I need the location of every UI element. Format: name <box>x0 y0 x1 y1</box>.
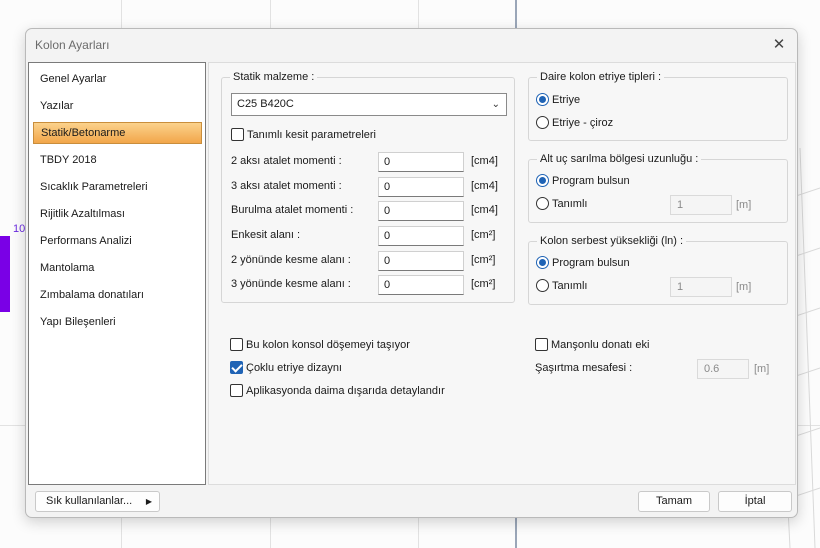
field-unit: [cm²] <box>471 254 496 266</box>
radio-bottom-program-label: Program bulsun <box>552 174 630 187</box>
dialog-title: Kolon Ayarları <box>35 38 110 52</box>
radio-bottom-defined[interactable]: Tanımlı <box>536 197 587 210</box>
free-height-group: Kolon serbest yüksekliği (ln) : Program … <box>528 235 788 305</box>
field-unit: [cm4] <box>471 180 498 192</box>
field-input-3-aks[interactable]: 0 <box>378 177 464 197</box>
chevron-right-icon: ▶ <box>145 497 152 506</box>
detail-outside-label: Aplikasyonda daima dışarıda detaylandır <box>246 384 445 397</box>
material-select-value: C25 B420C <box>237 98 294 110</box>
radio-bottom-defined-label: Tanımlı <box>552 197 588 210</box>
checkbox-box-checked[interactable] <box>230 361 243 374</box>
bottom-zone-legend: Alt uç sarılma bölgesi uzunluğu : <box>537 153 702 165</box>
field-input-enkesit[interactable]: 0 <box>378 226 464 246</box>
radio-etriye-ciroz[interactable]: Etriye - çiroz <box>536 116 613 129</box>
custom-section-checkbox[interactable]: Tanımlı kesit parametreleri <box>231 128 376 141</box>
field-unit: [cm²] <box>471 229 496 241</box>
sleeve-checkbox[interactable]: Manşonlu donatı eki <box>535 338 649 351</box>
cancel-button[interactable]: İptal <box>718 491 792 512</box>
material-select[interactable]: C25 B420C ⌄ <box>231 93 507 116</box>
settings-panel: Statik malzeme : C25 B420C ⌄ Tanımlı kes… <box>208 62 796 485</box>
ok-button[interactable]: Tamam <box>638 491 710 512</box>
field-row-3-aks: 3 aksı atalet momenti : 0 [cm4] <box>231 177 511 197</box>
sidebar-item-zimbalama[interactable]: Zımbalama donatıları <box>33 284 202 306</box>
custom-section-label: Tanımlı kesit parametreleri <box>247 128 376 141</box>
radio-dot[interactable] <box>536 197 549 210</box>
sidebar-item-rijitlik[interactable]: Rijitlik Azaltılması <box>33 203 202 225</box>
material-legend: Statik malzeme : <box>230 71 318 83</box>
field-row-burulma: Burulma atalet momenti : 0 [cm4] <box>231 201 511 221</box>
radio-free-program[interactable]: Program bulsun <box>536 256 630 269</box>
radio-dot[interactable] <box>536 116 549 129</box>
radio-dot-selected[interactable] <box>536 256 549 269</box>
sidebar-item-mantolama[interactable]: Mantolama <box>33 257 202 279</box>
field-input-2-aks[interactable]: 0 <box>378 152 464 172</box>
free-height-legend: Kolon serbest yüksekliği (ln) : <box>537 235 687 247</box>
consol-checkbox[interactable]: Bu kolon konsol döşemeyi taşıyor <box>230 338 410 351</box>
radio-free-defined-label: Tanımlı <box>552 279 588 292</box>
sidebar-item-tbdy-2018[interactable]: TBDY 2018 <box>33 149 202 171</box>
field-unit: [cm4] <box>471 155 498 167</box>
field-label: 3 yönünde kesme alanı : <box>231 278 351 290</box>
bottom-zone-unit: [m] <box>736 199 752 211</box>
chevron-down-icon: ⌄ <box>491 99 500 110</box>
sleeve-label: Manşonlu donatı eki <box>551 338 650 351</box>
radio-bottom-program[interactable]: Program bulsun <box>536 174 630 187</box>
favorites-label: Sık kullanılanlar... <box>46 495 133 507</box>
checkbox-box[interactable] <box>231 128 244 141</box>
multi-stirrup-label: Çoklu etriye dizaynı <box>246 361 342 374</box>
radio-etriye[interactable]: Etriye <box>536 93 580 106</box>
checkbox-box[interactable] <box>230 384 243 397</box>
free-height-input[interactable]: 1 <box>670 277 732 297</box>
field-label: 2 aksı atalet momenti : <box>231 155 342 167</box>
radio-dot[interactable] <box>536 279 549 292</box>
sidebar-item-sicaklik[interactable]: Sıcaklık Parametreleri <box>33 176 202 198</box>
radio-etriye-ciroz-label: Etriye - çiroz <box>552 116 614 129</box>
category-list: Genel Ayarlar Yazılar Statik/Betonarme T… <box>28 62 206 485</box>
offset-label: Şaşırtma mesafesi : <box>535 362 633 374</box>
field-row-2-kesme: 2 yönünde kesme alanı : 0 [cm²] <box>231 251 511 271</box>
material-group: Statik malzeme : C25 B420C ⌄ Tanımlı kes… <box>221 71 515 303</box>
field-row-enkesit: Enkesit alanı : 0 [cm²] <box>231 226 511 246</box>
radio-dot-selected[interactable] <box>536 93 549 106</box>
title-bar: Kolon Ayarları ✕ <box>26 29 797 61</box>
radio-dot-selected[interactable] <box>536 174 549 187</box>
checkbox-box[interactable] <box>230 338 243 351</box>
field-label: Burulma atalet momenti : <box>231 204 354 216</box>
offset-unit: [m] <box>754 363 770 375</box>
sidebar-item-genel-ayarlar[interactable]: Genel Ayarlar <box>33 68 202 90</box>
multi-stirrup-checkbox[interactable]: Çoklu etriye dizaynı <box>230 361 342 374</box>
purple-element <box>0 236 10 312</box>
radio-free-program-label: Program bulsun <box>552 256 630 269</box>
field-label: 3 aksı atalet momenti : <box>231 180 342 192</box>
radio-etriye-label: Etriye <box>552 93 581 106</box>
field-input-burulma[interactable]: 0 <box>378 201 464 221</box>
offset-input[interactable]: 0.6 <box>697 359 749 379</box>
field-label: 2 yönünde kesme alanı : <box>231 254 351 266</box>
close-icon[interactable]: ✕ <box>769 35 789 55</box>
sidebar-item-yazilar[interactable]: Yazılar <box>33 95 202 117</box>
field-row-3-kesme: 3 yönünde kesme alanı : 0 [cm²] <box>231 275 511 295</box>
grid-tick-label: 10 <box>13 223 26 235</box>
field-input-2-kesme[interactable]: 0 <box>378 251 464 271</box>
field-input-3-kesme[interactable]: 0 <box>378 275 464 295</box>
circular-legend: Daire kolon etriye tipleri : <box>537 71 665 83</box>
field-row-2-aks: 2 aksı atalet momenti : 0 [cm4] <box>231 152 511 172</box>
checkbox-box[interactable] <box>535 338 548 351</box>
circular-stirrup-group: Daire kolon etriye tipleri : Etriye Etri… <box>528 71 788 141</box>
favorites-button[interactable]: Sık kullanılanlar... ▶ <box>35 491 160 512</box>
field-label: Enkesit alanı : <box>231 229 301 241</box>
sidebar-item-performans[interactable]: Performans Analizi <box>33 230 202 252</box>
sidebar-item-statik-betonarme[interactable]: Statik/Betonarme <box>33 122 202 144</box>
detail-outside-checkbox[interactable]: Aplikasyonda daima dışarıda detaylandır <box>230 384 445 397</box>
sidebar-item-yapi-bilesenleri[interactable]: Yapı Bileşenleri <box>33 311 202 333</box>
consol-label: Bu kolon konsol döşemeyi taşıyor <box>246 338 410 351</box>
bottom-zone-input[interactable]: 1 <box>670 195 732 215</box>
kolon-ayarlari-dialog: Kolon Ayarları ✕ Genel Ayarlar Yazılar S… <box>25 28 798 518</box>
radio-free-defined[interactable]: Tanımlı <box>536 279 587 292</box>
bottom-zone-group: Alt uç sarılma bölgesi uzunluğu : Progra… <box>528 153 788 223</box>
free-height-unit: [m] <box>736 281 752 293</box>
field-unit: [cm4] <box>471 204 498 216</box>
field-unit: [cm²] <box>471 278 496 290</box>
